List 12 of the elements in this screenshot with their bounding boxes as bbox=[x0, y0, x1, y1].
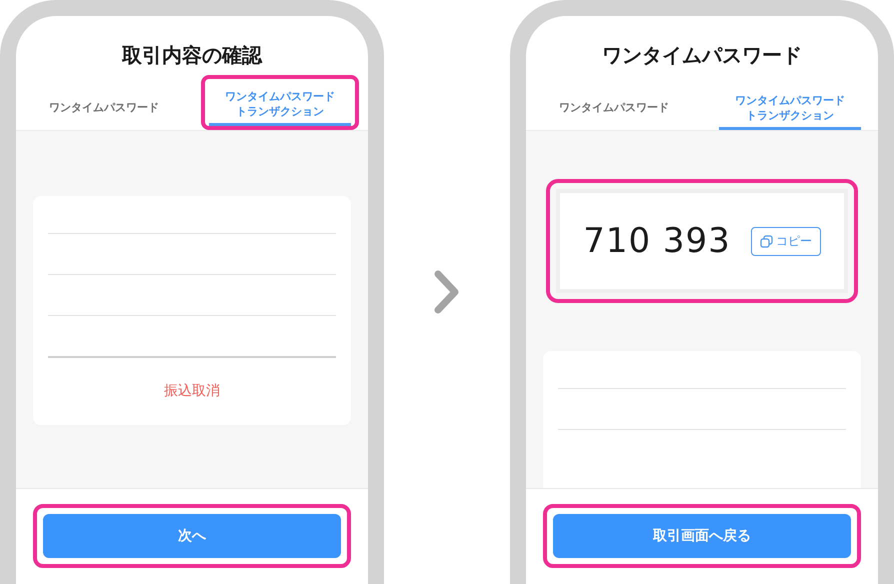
copy-button[interactable]: コピー bbox=[750, 226, 821, 256]
cancel-link[interactable]: 振込取消 bbox=[48, 382, 336, 400]
screen-title: ワンタイムパスワード bbox=[601, 42, 803, 69]
one-time-code: 710 393 bbox=[583, 221, 731, 261]
tab[interactable]: ワンタイムパスワード トランザクション bbox=[209, 81, 351, 126]
chevron-right-icon bbox=[433, 269, 461, 315]
tab[interactable]: ワンタイムパスワード bbox=[543, 84, 685, 130]
tab[interactable]: ワンタイムパスワード bbox=[33, 84, 175, 130]
copy-icon bbox=[760, 234, 773, 248]
primary-button[interactable]: 取引画面へ戻る bbox=[553, 514, 851, 558]
primary-button[interactable]: 次へ bbox=[43, 514, 341, 558]
screen-title: 取引内容の確認 bbox=[120, 42, 264, 69]
